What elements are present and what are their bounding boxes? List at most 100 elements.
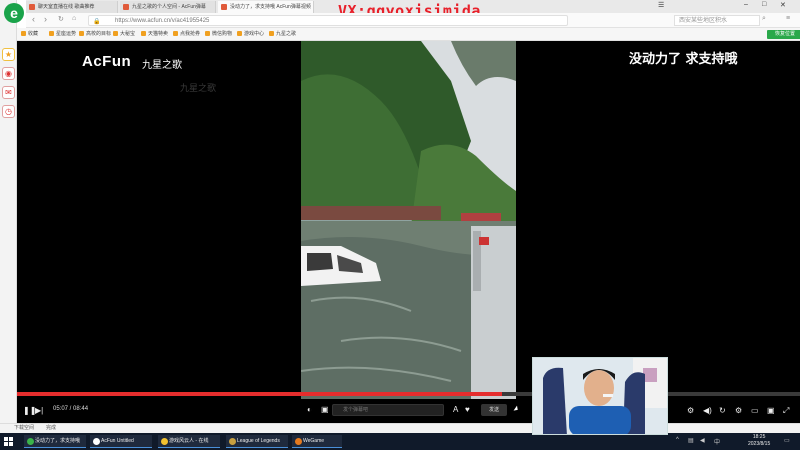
- minimize-icon[interactable]: –: [744, 1, 748, 8]
- browser-sidebar: ★ ◉ ✉ ◷: [0, 0, 17, 432]
- taskbar-app-label: WeGame: [303, 438, 325, 444]
- search-placeholder: 西安某些地区积水: [679, 18, 728, 24]
- system-clock[interactable]: 18:25 2023/8/15: [748, 434, 770, 448]
- bookmark-item[interactable]: 九星之歌: [269, 28, 296, 41]
- danmu-placeholder: 发个弹幕吧: [343, 407, 369, 413]
- restore-position-button[interactable]: 恢复位置: [767, 30, 800, 39]
- url-input[interactable]: 🔒 https://www.acfun.cn/v/ac41955425: [88, 15, 568, 26]
- bookmark-item[interactable]: 高校的目标: [79, 28, 111, 41]
- status-left: 下载空间: [14, 425, 35, 431]
- taskbar-app[interactable]: 没动力了，求支持哦: [24, 435, 86, 448]
- windows-taskbar: 没动力了，求支持哦 AcFun Untitled 游戏风云人 - 在线 Leag…: [0, 433, 800, 450]
- bookmark-item[interactable]: 星座运势: [49, 28, 76, 41]
- loop-icon[interactable]: ↻: [719, 406, 726, 416]
- flood-scene-image: [301, 41, 516, 399]
- mail-icon[interactable]: ✉: [2, 86, 15, 99]
- danmu-toggle-icon[interactable]: ◐: [307, 405, 312, 415]
- mouse-cursor-icon: [513, 405, 520, 413]
- tab-2[interactable]: 九星之歌的个人空间 - AcFun弹幕: [120, 1, 216, 13]
- streamer-webcam-image: [533, 358, 667, 434]
- search-icon[interactable]: ⌕: [762, 15, 766, 23]
- forward-icon[interactable]: ›: [44, 14, 47, 24]
- bookmark-item[interactable]: 游戏中心: [237, 28, 264, 41]
- tab-strip: 聊天室直播在线 歌曲推荐 九星之歌的个人空间 - AcFun弹幕 没动力了，求支…: [26, 0, 800, 19]
- taskbar-app-label: AcFun Untitled: [101, 438, 134, 444]
- send-button[interactable]: 发送: [481, 404, 507, 416]
- danmu-gift-icon[interactable]: ♥: [465, 405, 470, 415]
- weibo-icon[interactable]: ◉: [2, 67, 15, 80]
- bookmark-item[interactable]: 点我抢券: [173, 28, 200, 41]
- taskbar-app[interactable]: AcFun Untitled: [90, 435, 152, 448]
- pip-icon[interactable]: ▣: [767, 406, 775, 416]
- network-icon[interactable]: ▤: [688, 437, 694, 444]
- tab-favicon-icon: [221, 4, 227, 10]
- tab-label: 九星之歌的个人空间 - AcFun弹幕: [132, 4, 206, 10]
- clock-icon[interactable]: ◷: [2, 105, 15, 118]
- progress-bar[interactable]: [17, 392, 800, 396]
- fullscreen-icon[interactable]: ⤢: [783, 406, 789, 416]
- back-icon[interactable]: ‹: [32, 14, 35, 24]
- taskbar-app-label: 游戏风云人 - 在线: [169, 438, 209, 444]
- bookmarks-bar: 收藏 星座运势 高校的目标 大秘宝 天猫特卖 点我抢券 微信购物 游戏中心 九星…: [17, 28, 800, 41]
- tab-1[interactable]: 聊天室直播在线 歌曲推荐: [26, 1, 118, 13]
- bookmark-item[interactable]: 天猫特卖: [141, 28, 168, 41]
- tab-label: 聊天室直播在线 歌曲推荐: [38, 4, 95, 10]
- search-input[interactable]: 西安某些地区积水: [674, 15, 760, 26]
- taskbar-app[interactable]: 游戏风云人 - 在线: [158, 435, 220, 448]
- address-bar: ‹ › ↻ ⌂ 🔒 https://www.acfun.cn/v/ac41955…: [26, 13, 800, 28]
- close-icon[interactable]: ✕: [780, 1, 786, 9]
- home-icon[interactable]: ⌂: [72, 15, 76, 22]
- app-icon: [229, 438, 236, 445]
- browser-status-bar: 下载空间 完成: [0, 423, 800, 433]
- widescreen-icon[interactable]: ▭: [751, 406, 759, 416]
- video-player[interactable]: AcFun 九星之歌 九星之歌 没动力了 求支持哦 ❚❚ ▶| 05:07 / …: [17, 41, 800, 435]
- taskbar-app[interactable]: League of Legends: [226, 435, 288, 448]
- url-text: https://www.acfun.cn/v/ac41955425: [115, 18, 210, 24]
- tab-favicon-icon: [123, 4, 129, 10]
- next-icon[interactable]: ▶|: [35, 406, 43, 416]
- status-right: 完成: [46, 425, 57, 431]
- time-total: 08:44: [73, 406, 89, 412]
- bookmark-item[interactable]: 微信购物: [205, 28, 232, 41]
- danmu-input[interactable]: 发个弹幕吧: [332, 404, 444, 416]
- skin-icon[interactable]: ☰: [658, 1, 664, 9]
- refresh-icon[interactable]: ↻: [58, 15, 64, 23]
- progress-fill: [17, 392, 503, 396]
- maximize-icon[interactable]: □: [762, 1, 766, 8]
- tab-favicon-icon: [29, 4, 35, 10]
- ime-icon[interactable]: 中: [714, 437, 720, 446]
- acfun-logo: AcFun: [82, 53, 132, 70]
- video-frame[interactable]: [301, 41, 516, 399]
- taskbar-app[interactable]: WeGame: [292, 435, 342, 448]
- quality-icon[interactable]: ⚙: [687, 406, 694, 416]
- settings-icon[interactable]: ⚙: [735, 406, 742, 416]
- danmu-settings-icon[interactable]: ▣: [321, 405, 329, 415]
- time-current: 05:07: [53, 406, 69, 412]
- tray-chevron-icon[interactable]: ^: [676, 437, 679, 443]
- bookmark-item[interactable]: 收藏: [21, 28, 38, 41]
- notification-icon[interactable]: ▭: [784, 437, 790, 444]
- app-icon: [295, 438, 302, 445]
- taskbar-app-label: 没动力了，求支持哦: [35, 438, 81, 444]
- menu-icon[interactable]: ≡: [786, 15, 790, 22]
- danmu-style-icon[interactable]: A: [453, 405, 458, 415]
- video-caption: 没动力了 求支持哦: [629, 52, 738, 67]
- app-icon: [27, 438, 34, 445]
- tab-label: 没动力了，求支持哦 AcFun弹幕视频: [230, 4, 311, 10]
- channel-name-ghost: 九星之歌: [180, 83, 217, 93]
- volume-tray-icon[interactable]: ◀: [700, 437, 705, 444]
- lock-icon: 🔒: [93, 19, 101, 25]
- app-icon: [161, 438, 168, 445]
- volume-icon[interactable]: ◀): [703, 406, 712, 416]
- time-display: 05:07 / 08:44: [53, 406, 89, 412]
- start-button[interactable]: [4, 437, 13, 446]
- clock-date: 2023/8/15: [748, 441, 771, 447]
- app-icon: [93, 438, 100, 445]
- browser-logo-icon[interactable]: e: [4, 3, 24, 23]
- tab-3-active[interactable]: 没动力了，求支持哦 AcFun弹幕视频: [218, 1, 314, 13]
- bookmark-item[interactable]: 大秘宝: [113, 28, 135, 41]
- favorites-star-icon[interactable]: ★: [2, 48, 15, 61]
- webcam-overlay: [532, 357, 668, 435]
- player-controls: ❚❚ ▶| 05:07 / 08:44 ◐ ▣ 发个弹幕吧 A ♥ 发送 ⚙ ◀…: [17, 400, 800, 423]
- clock-time: 18:25: [752, 434, 766, 440]
